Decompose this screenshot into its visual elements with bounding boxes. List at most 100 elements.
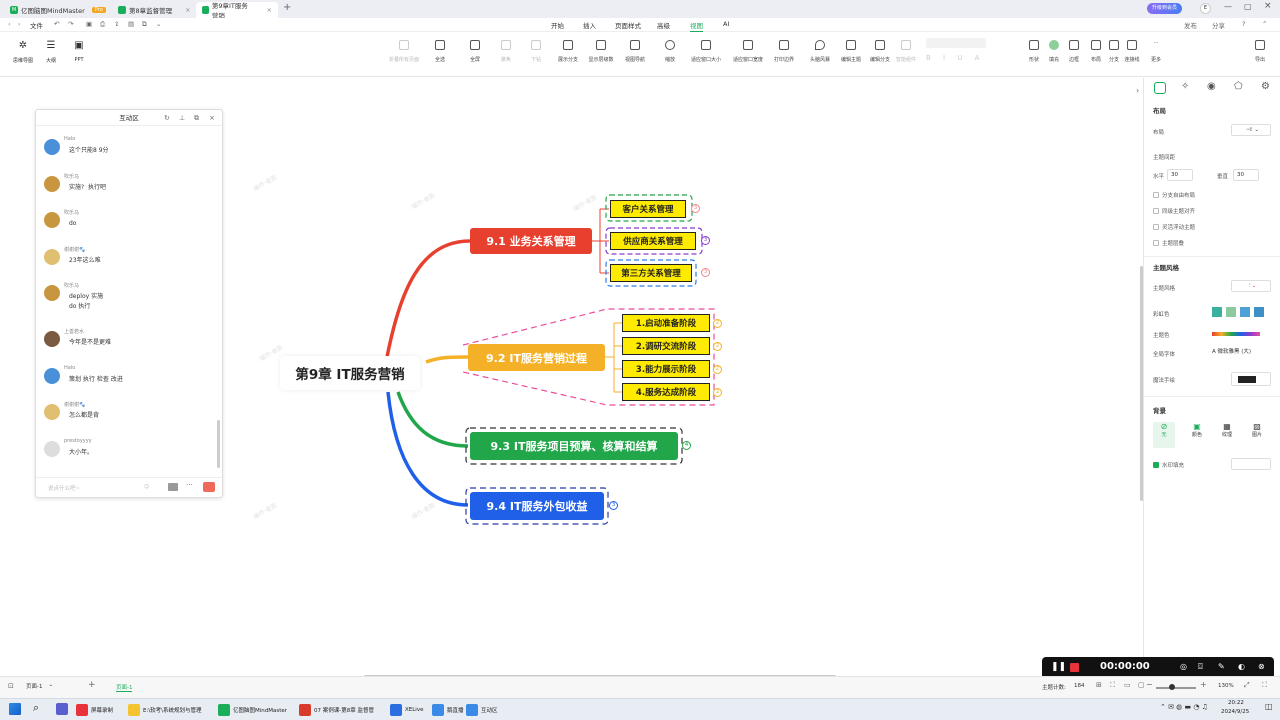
rainbow-options[interactable] [1212, 307, 1264, 317]
add-page-icon[interactable]: + [88, 680, 96, 690]
collapse-count-badge[interactable]: 4 [682, 441, 691, 450]
present-icon[interactable]: ▭ [1124, 681, 1131, 689]
theme-style-selector[interactable]: ⫶ ⌄ [1231, 280, 1271, 292]
more-button[interactable]: ··· 更多 [1138, 40, 1174, 63]
close-icon[interactable]: ⊗ [1258, 662, 1265, 671]
notification-icon[interactable]: ◫ [1265, 702, 1273, 711]
zoom-slider-handle[interactable] [1169, 684, 1175, 690]
subtopic-stage-2[interactable]: 2.调研交流阶段 [622, 337, 710, 355]
subtopic-stage-3[interactable]: 3.能力展示阶段 [622, 360, 710, 378]
bg-none-option[interactable]: ⊘ 无 [1153, 422, 1175, 448]
horizontal-spacing-input[interactable]: 30 [1167, 169, 1193, 181]
theme-color-palette[interactable] [1212, 332, 1260, 336]
collapse-count-badge[interactable]: 3 [701, 268, 710, 277]
taskbar-item[interactable]: 互动区 [466, 702, 498, 718]
collapse-count-badge[interactable]: 3 [691, 204, 700, 213]
overlap-checkbox[interactable]: 主题层叠 [1153, 239, 1184, 247]
subtopic-customer-relations[interactable]: 客户关系管理 [610, 200, 686, 218]
collapse-count-badge[interactable]: 2 [713, 365, 722, 374]
share-button[interactable]: 分享 [1212, 20, 1225, 30]
panel-scrollbar[interactable] [1140, 266, 1143, 501]
screenshot-icon[interactable]: ⌼ [1198, 662, 1203, 672]
collapse-count-badge[interactable]: 3 [701, 236, 710, 245]
bg-texture-option[interactable]: ▦ 纹理 [1216, 422, 1238, 448]
fullscreen-icon[interactable]: ⛶ [1110, 681, 1115, 690]
vertical-spacing-input[interactable]: 30 [1233, 169, 1259, 181]
chat-input[interactable]: 说点什么吧~ ☺ ··· [36, 477, 222, 497]
image-icon[interactable] [168, 483, 178, 491]
settings-tab-icon[interactable]: ⚙ [1261, 81, 1270, 92]
popout-icon[interactable]: ⧉ [194, 110, 199, 126]
avatar[interactable]: E [1200, 3, 1211, 14]
root-topic[interactable]: 第9章 IT服务营销 [280, 356, 420, 390]
collapse-count-badge[interactable]: 2 [713, 319, 722, 328]
watermark-selector[interactable] [1231, 458, 1271, 470]
stop-icon[interactable] [1070, 663, 1079, 672]
ai-tab-icon[interactable]: ✧ [1181, 81, 1189, 92]
watermark-checkbox[interactable]: 水印填充 [1153, 461, 1184, 469]
fullscreen-exit-icon[interactable]: ⛶ [1262, 681, 1267, 690]
help-icon[interactable]: ? [1242, 20, 1245, 28]
taskbar-item[interactable]: E:\软考\系统规划与管理 [128, 702, 202, 718]
pin-icon[interactable]: ⊥ [179, 110, 185, 126]
search-icon[interactable]: ⌕ [33, 701, 39, 715]
zoom-out-icon[interactable]: − [1146, 680, 1153, 689]
branch-9-3[interactable]: 9.3 IT服务项目预算、核算和结算 [470, 432, 678, 460]
layout-selector[interactable]: ⊣⁝ ⌄ [1231, 124, 1271, 136]
focus-icon[interactable]: ▢ [1138, 681, 1145, 689]
taskbar-item[interactable]: 亿图脑图MindMaster [218, 702, 287, 718]
align-checkbox[interactable]: 同级主题对齐 [1153, 207, 1195, 215]
taskbar-item[interactable]: XELive [390, 702, 423, 718]
pause-icon[interactable]: ❚❚ [1051, 662, 1066, 672]
marker-tab-icon[interactable]: ◉ [1207, 81, 1216, 92]
bg-image-option[interactable]: ▨ 图片 [1246, 422, 1268, 448]
zoom-slider[interactable] [1156, 687, 1196, 689]
collapse-count-badge[interactable]: 2 [713, 342, 722, 351]
float-checkbox[interactable]: 灵活浮动主题 [1153, 223, 1195, 231]
windows-start-icon[interactable] [9, 703, 21, 715]
refresh-icon[interactable]: ↻ [164, 110, 170, 126]
rainbow-option[interactable] [1212, 307, 1222, 317]
taskbar-item[interactable]: 屏幕录制 [76, 702, 113, 718]
export-button[interactable]: 导出 [1242, 40, 1278, 63]
chat-scrollbar[interactable] [217, 420, 220, 468]
fit-icon[interactable]: ⊞ [1096, 681, 1102, 689]
close-icon[interactable]: × [209, 110, 215, 126]
free-layout-checkbox[interactable]: 分支自由布局 [1153, 191, 1195, 199]
pen-icon[interactable]: ✎ [1218, 662, 1225, 671]
close-window-icon[interactable]: × [1264, 1, 1272, 11]
hand-drawn-selector[interactable] [1231, 372, 1271, 386]
branch-9-2[interactable]: 9.2 IT服务营销过程 [468, 344, 605, 371]
publish-button[interactable]: 发布 [1184, 20, 1197, 30]
bg-color-option[interactable]: ▣ 颜色 [1186, 422, 1208, 448]
subtopic-third-party-relations[interactable]: 第三方关系管理 [610, 264, 692, 282]
page-tab[interactable]: 页面-1 [116, 683, 133, 692]
subtopic-stage-4[interactable]: 4.服务达成阶段 [622, 383, 710, 401]
rainbow-option[interactable] [1254, 307, 1264, 317]
taskbar-item[interactable]: 鹅直播 [432, 702, 464, 718]
collapse-panel-icon[interactable]: › [1136, 86, 1139, 95]
more-icon[interactable]: ··· [186, 481, 193, 489]
gift-icon[interactable] [203, 482, 215, 492]
subtopic-stage-1[interactable]: 1.启动准备阶段 [622, 314, 710, 332]
taskbar-item[interactable]: 07 案例课-第8章 监督管 [299, 702, 374, 718]
style-tab-icon[interactable] [1154, 82, 1166, 94]
teams-icon[interactable] [56, 703, 68, 715]
maximize-icon[interactable]: ▢ [1244, 2, 1252, 11]
upgrade-button[interactable]: 升级到会员 [1147, 3, 1183, 14]
branch-9-4[interactable]: 9.4 IT服务外包收益 [470, 492, 604, 520]
zoom-level[interactable]: 130% [1218, 683, 1234, 689]
branch-9-1[interactable]: 9.1 业务关系管理 [470, 228, 592, 254]
page-selector[interactable]: 页面-1 ⌄ [26, 682, 53, 690]
webcam-icon[interactable]: ◎ [1180, 662, 1187, 671]
theme-tab-icon[interactable]: ⬠ [1234, 81, 1243, 92]
settings-icon[interactable]: ◐ [1238, 662, 1245, 671]
rainbow-option[interactable] [1226, 307, 1236, 317]
collapse-ribbon-icon[interactable]: ⌃ [1262, 20, 1267, 28]
tray-icons[interactable]: ⌃ ✉ ◍ ▬ ◔ ♫ [1160, 703, 1208, 711]
minimize-icon[interactable]: — [1224, 2, 1232, 11]
subtopic-supplier-relations[interactable]: 供应商关系管理 [610, 232, 696, 250]
fit-window-icon[interactable]: ⤢ [1244, 681, 1250, 690]
font-selector[interactable]: A 微软雅黑 (大) [1209, 347, 1271, 359]
emoji-icon[interactable]: ☺ [144, 484, 149, 490]
